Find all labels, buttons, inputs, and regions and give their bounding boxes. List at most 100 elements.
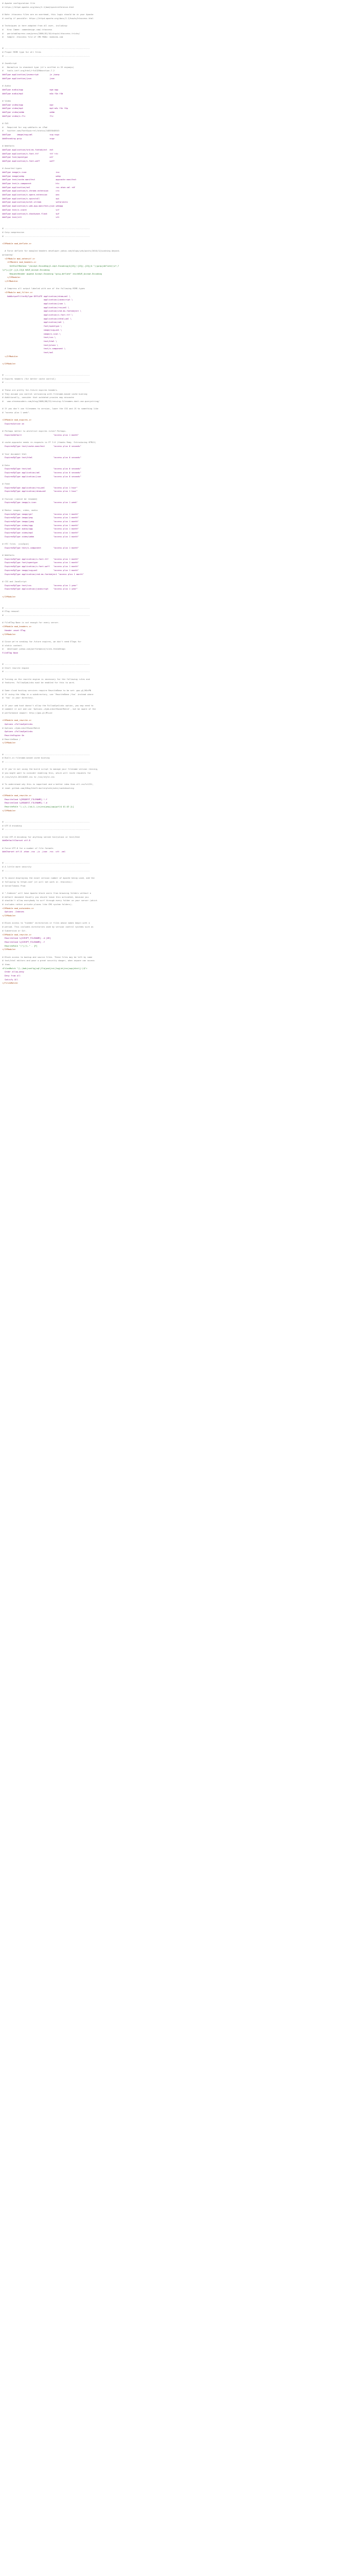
code-line: AddType video/ogg ogv bbox=[2, 103, 334, 107]
code-line-text: text/css \ bbox=[2, 336, 56, 339]
code-line-text: # --------------------------------------… bbox=[2, 606, 90, 609]
code-line: # Force deflate for mangled headers deve… bbox=[2, 249, 334, 253]
code-line: # static content. bbox=[2, 644, 334, 648]
code-line-text: AddType image/webp webp bbox=[2, 175, 61, 177]
code-line-text: AddType application/octet-stream safarie… bbox=[2, 201, 68, 204]
code-line-text: AddType audio/ogg oga ogg bbox=[2, 88, 58, 91]
code-line: RewriteRule "(^|/)\." - [F] bbox=[2, 944, 334, 948]
code-line: application/javascript \ bbox=[2, 298, 334, 302]
code-line-text: # Media: images, video, audio bbox=[2, 509, 38, 511]
code-line: # --------------------------------------… bbox=[2, 54, 334, 58]
code-line: <IfModule mod_filter.c> bbox=[2, 291, 334, 295]
code-line-text: AddType application/x-web-app-manifest+j… bbox=[2, 205, 63, 208]
code-line-text: text/x-component \ bbox=[2, 348, 66, 350]
code-line-text: # Options +SymLinksIfOwnerMatch bbox=[2, 727, 40, 729]
code-line: # If you don't use filenames to version,… bbox=[2, 407, 334, 411]
code-line: ExpiresByType application/xml "access pl… bbox=[2, 471, 334, 475]
code-line-text: AddOutputFilterByType DEFLATE applicatio… bbox=[2, 295, 71, 298]
code-line-text: RewriteEngine On bbox=[2, 734, 24, 737]
code-line-text: AddType application/json json bbox=[2, 77, 55, 80]
code-line-text: </IfModule> bbox=[2, 948, 16, 951]
code-line: Options -Indexes bbox=[2, 910, 334, 914]
code-line-text: # A little more security bbox=[2, 866, 31, 869]
code-line: RewriteCond %{SCRIPT_FILENAME} -d [OR] bbox=[2, 937, 334, 940]
code-line-text: AddType audio/mp4 m4a f4a f4b bbox=[2, 92, 63, 95]
code-line-text: # Use UTF-8 encoding for anything served… bbox=[2, 835, 80, 838]
code-line-text: AddType application/xml rss atom xml rdf bbox=[2, 186, 75, 189]
code-line: AddType application/xml rss atom xml rdf bbox=[2, 186, 334, 190]
code-line-text: ExpiresByType application/xml "access pl… bbox=[2, 471, 81, 474]
code-line-text: AddType video/ogg ogv bbox=[2, 103, 53, 106]
code-line-text: # --------------------------------------… bbox=[2, 227, 90, 230]
code-line-text: # Compress all output labeled with one o… bbox=[2, 287, 85, 290]
code-line-text: AddType image/x-icon ico bbox=[2, 171, 60, 173]
code-line: # --------------------------------------… bbox=[2, 820, 334, 824]
code-line: # --------------------------------------… bbox=[2, 606, 334, 610]
code-line-text: AddType application/x-shockwave-flash sw… bbox=[2, 212, 60, 215]
code-line-text: application/vnd.ms-fontobject \ bbox=[2, 310, 81, 313]
code-line: image/svg+xml \ bbox=[2, 328, 334, 332]
code-line: RewriteRule ^(.+)\.(\d+)\.(js|css|png|jp… bbox=[2, 805, 334, 809]
code-line-text: AddType video/mp4 mp4 m4v f4v f4p bbox=[2, 107, 68, 110]
code-line: # includes rather private places like CM… bbox=[2, 903, 334, 907]
code-line-text: <IfModule mod_autoindex.c> bbox=[2, 907, 34, 910]
code-line-text: # Techniques in here adapted from all ov… bbox=[2, 25, 68, 28]
code-line-text: # Since we're sending far-future expires… bbox=[2, 640, 81, 643]
code-line: ExpiresByType text/x-component "access p… bbox=[2, 546, 334, 550]
code-line: # --------------------------------------… bbox=[2, 381, 334, 385]
code-line: AddType application/x-web-app-manifest+j… bbox=[2, 204, 334, 208]
code-line-text: FileETag None bbox=[2, 651, 19, 654]
code-line: # ETag removal bbox=[2, 610, 334, 614]
code-line: text/plain \ bbox=[2, 344, 334, 348]
code-line: # /css/style.20110203.css to /css/style.… bbox=[2, 775, 334, 779]
code-line-text: # JavaScript bbox=[2, 62, 17, 65]
code-line-text: # Your document html bbox=[2, 453, 27, 455]
code-line-text: </IfModule> bbox=[2, 276, 21, 279]
code-line: # ServerTokens Prod bbox=[2, 884, 334, 888]
code-line-text: # comment it out and use `Options +SymLi… bbox=[2, 708, 96, 711]
code-line: # features. FollowSymLinks must be enabl… bbox=[2, 681, 334, 685]
code-line-text: # Perhaps better to whitelist expires ru… bbox=[2, 430, 67, 433]
code-line-text: # --------------------------------------… bbox=[2, 374, 90, 377]
code-line-text: RewriteCond %{REQUEST_FILENAME} !-f bbox=[2, 798, 48, 801]
code-line-text: # Video bbox=[2, 99, 11, 102]
code-line: application/vnd.ms-fontobject \ bbox=[2, 309, 334, 313]
code-line-text: # --------------------------------------… bbox=[2, 753, 90, 756]
code-line-text: AddType application/vnd.ms-fontobject eo… bbox=[2, 148, 53, 151]
code-line-text: <IfModule mod_headers.c> bbox=[2, 625, 31, 628]
code-line: ExpiresByType application/atom+xml "acce… bbox=[2, 490, 334, 494]
code-line-text: ExpiresByType image/gif "access plus 1 m… bbox=[2, 513, 79, 515]
code-line-text: ExpiresByType text/css "access plus 1 ye… bbox=[2, 584, 78, 587]
code-line-text: AddEncoding gzip svgz bbox=[2, 137, 55, 140]
code-line: # Additionally, consider that outdated p… bbox=[2, 396, 334, 400]
code-line-text: # HTC files (css3pie) bbox=[2, 543, 29, 545]
code-line-text: # includes rather private places like CM… bbox=[2, 903, 73, 906]
code-line: # Sample .htaccess file of CMS MODx: mod… bbox=[2, 35, 334, 39]
code-line: ExpiresByType application/x-font-ttf "ac… bbox=[2, 558, 334, 561]
code-line: text/css \ bbox=[2, 336, 334, 340]
code-line: Deny from all bbox=[2, 974, 334, 978]
code-line: RequestHeader append Accept-Encoding "gz… bbox=[2, 272, 334, 276]
code-line: AddCharset utf-8 .atom .css .js .json .r… bbox=[2, 850, 334, 854]
code-line: # --------------------------------------… bbox=[2, 373, 334, 377]
code-line-text: # Block access to "hidden" directories o… bbox=[2, 922, 90, 925]
code-line-text: # --------------------------------------… bbox=[2, 47, 90, 50]
code-line-text: AddType text/x-component htc bbox=[2, 182, 60, 185]
code-line: <IfModule mod_rewrite.c> bbox=[2, 933, 334, 937]
code-line: # They assume you control versioning wit… bbox=[2, 392, 334, 396]
code-line: # --------------------------------------… bbox=[2, 663, 334, 666]
code-line: ExpiresByType application/rss+xml "acces… bbox=[2, 486, 334, 490]
code-line: # perishablepress.com/press/2006/01/10/s… bbox=[2, 32, 334, 36]
